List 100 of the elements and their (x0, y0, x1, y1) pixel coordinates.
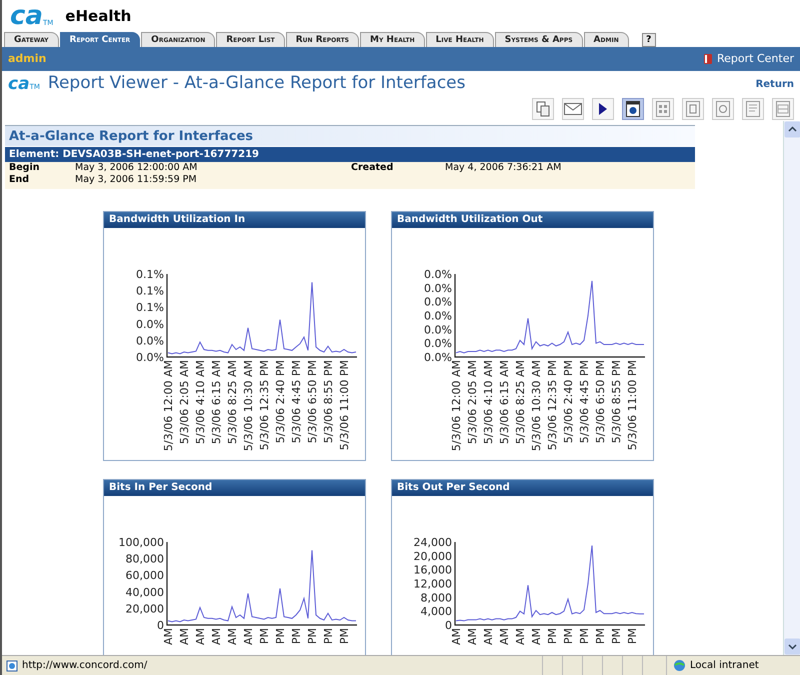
axis-label: 5/3/06 6:15 AM (210, 360, 223, 444)
toolbar-button[interactable] (622, 98, 644, 120)
toolbar-button[interactable] (592, 98, 614, 120)
toolbar-button[interactable] (532, 98, 554, 120)
axis-label: 5/3/06 2:40 PM (562, 360, 575, 444)
axis-label: 20,000 (126, 602, 164, 616)
document-icon (746, 101, 760, 117)
nav-tab[interactable]: Live Health (426, 32, 494, 47)
frame-icon (686, 101, 700, 117)
axis-label: PM (610, 628, 623, 644)
status-url: http://www.concord.com/ (22, 659, 148, 673)
axis-label: 5/3/06 6:50 PM (306, 360, 319, 444)
axis-label: PM (274, 628, 287, 644)
play-icon (598, 102, 608, 116)
axis-label: 0.0% (136, 334, 164, 348)
axis-label: 5/3/06 4:45 PM (290, 360, 303, 444)
envelope-icon (564, 103, 582, 115)
axis-label: AM (450, 628, 463, 646)
axis-label: PM (322, 628, 335, 644)
axis-label: 4,000 (420, 605, 452, 618)
user-name: admin (8, 50, 46, 67)
nav-tab[interactable]: Report Center (60, 32, 140, 47)
axis-label: 100,000 (118, 536, 164, 549)
axis-label: 5/3/06 4:10 AM (482, 360, 495, 444)
axis-label: 0.0% (424, 282, 452, 295)
info-value: May 4, 2006 7:36:21 AM (445, 160, 562, 175)
axis-label: 0 (157, 619, 164, 632)
axis-label: AM (162, 628, 175, 646)
axis-label: AM (226, 628, 239, 646)
axis-label: 0.1% (136, 284, 164, 298)
axis-label: 12,000 (414, 578, 452, 590)
axis-label: 5/3/06 8:55 PM (322, 360, 335, 444)
nav-tab[interactable]: Report List (216, 32, 285, 47)
axis-label: AM (178, 628, 191, 646)
report-center-link[interactable]: Report Center (703, 50, 794, 68)
axis-label: PM (562, 628, 575, 644)
copy-icon (536, 101, 550, 117)
nav-tab[interactable]: Systems & Apps (494, 32, 583, 47)
axis-label: 5/3/06 12:00 AM (162, 360, 175, 452)
axis-label: 80,000 (126, 552, 164, 566)
chart-title: Bandwidth Utilization Out (392, 212, 653, 228)
axis-label: 0.0% (424, 351, 452, 364)
info-label: Begin (9, 160, 41, 174)
product-name: eHealth (65, 6, 132, 27)
axis-label: 0 (445, 619, 452, 632)
axis-label: 20,000 (414, 550, 452, 563)
axis-label: 5/3/06 12:35 PM (546, 360, 559, 450)
axis-label: AM (242, 628, 255, 646)
axis-label: 0.0% (424, 310, 452, 322)
axis-label: 16,000 (414, 564, 452, 577)
scroll-down-icon (784, 638, 800, 655)
scrollbar[interactable] (783, 121, 800, 655)
report-title: At-a-Glance Report for Interfaces (5, 125, 695, 146)
axis-label: 5/3/06 2:40 PM (274, 360, 287, 444)
axis-label: 0.1% (136, 268, 164, 281)
nav-tab[interactable]: Run Reports (286, 32, 359, 47)
info-value: May 3, 2006 11:59:59 PM (75, 172, 198, 187)
axis-label: PM (306, 628, 319, 644)
return-link[interactable]: Return (756, 76, 794, 92)
axis-label: 5/3/06 6:50 PM (594, 360, 607, 444)
axis-label: AM (530, 628, 543, 646)
axis-label: 60,000 (126, 569, 164, 582)
axis-label: 5/3/06 8:55 PM (610, 360, 623, 444)
axis-label: AM (210, 628, 223, 646)
axis-label: 5/3/06 6:15 AM (498, 360, 511, 444)
axis-label: 5/3/06 12:35 PM (258, 360, 271, 450)
page-title: Report Viewer - At-a-Glance Report for Interfaces (48, 72, 466, 96)
axis-label: 5/3/06 12:00 AM (450, 360, 463, 452)
axis-label: 0.0% (424, 337, 452, 350)
scroll-up-icon (784, 121, 800, 138)
axis-label: 5/3/06 10:30 AM (530, 360, 543, 452)
grid-icon (656, 101, 670, 117)
chart-title: Bandwidth Utilization In (104, 212, 365, 228)
page-icon (6, 660, 18, 672)
axis-label: PM (626, 628, 639, 644)
axis-label: 5/3/06 11:00 PM (626, 360, 639, 450)
axis-label: 5/3/06 2:05 AM (466, 360, 479, 444)
help-tab[interactable]: ? (642, 33, 656, 47)
axis-label: PM (338, 628, 351, 644)
globe-icon (673, 659, 686, 672)
chart-title: Bits Out Per Second (392, 480, 653, 496)
nav-tab[interactable]: Admin (584, 32, 629, 47)
nav-tab[interactable]: Gateway (4, 32, 59, 47)
info-label: End (9, 172, 30, 187)
axis-label: 40,000 (126, 586, 164, 599)
axis-label: 0.1% (136, 301, 164, 314)
axis-label: 0.0% (424, 323, 452, 336)
nav-tab[interactable]: My Health (360, 32, 425, 47)
chart-title: Bits In Per Second (104, 480, 365, 496)
axis-label: 0.0% (424, 296, 452, 309)
axis-label: AM (194, 628, 207, 646)
axis-label: PM (546, 628, 559, 644)
toolbar-button[interactable] (562, 98, 584, 120)
element-bar: Element: DEVSA03B-SH-enet-port-16777219 (5, 147, 695, 162)
axis-label: 24,000 (414, 536, 452, 549)
axis-label: 8,000 (420, 591, 452, 604)
axis-label: AM (482, 628, 495, 646)
axis-label: PM (578, 628, 591, 644)
nav-tab[interactable]: Organization (141, 32, 216, 47)
axis-label: 5/3/06 4:45 PM (578, 360, 591, 444)
